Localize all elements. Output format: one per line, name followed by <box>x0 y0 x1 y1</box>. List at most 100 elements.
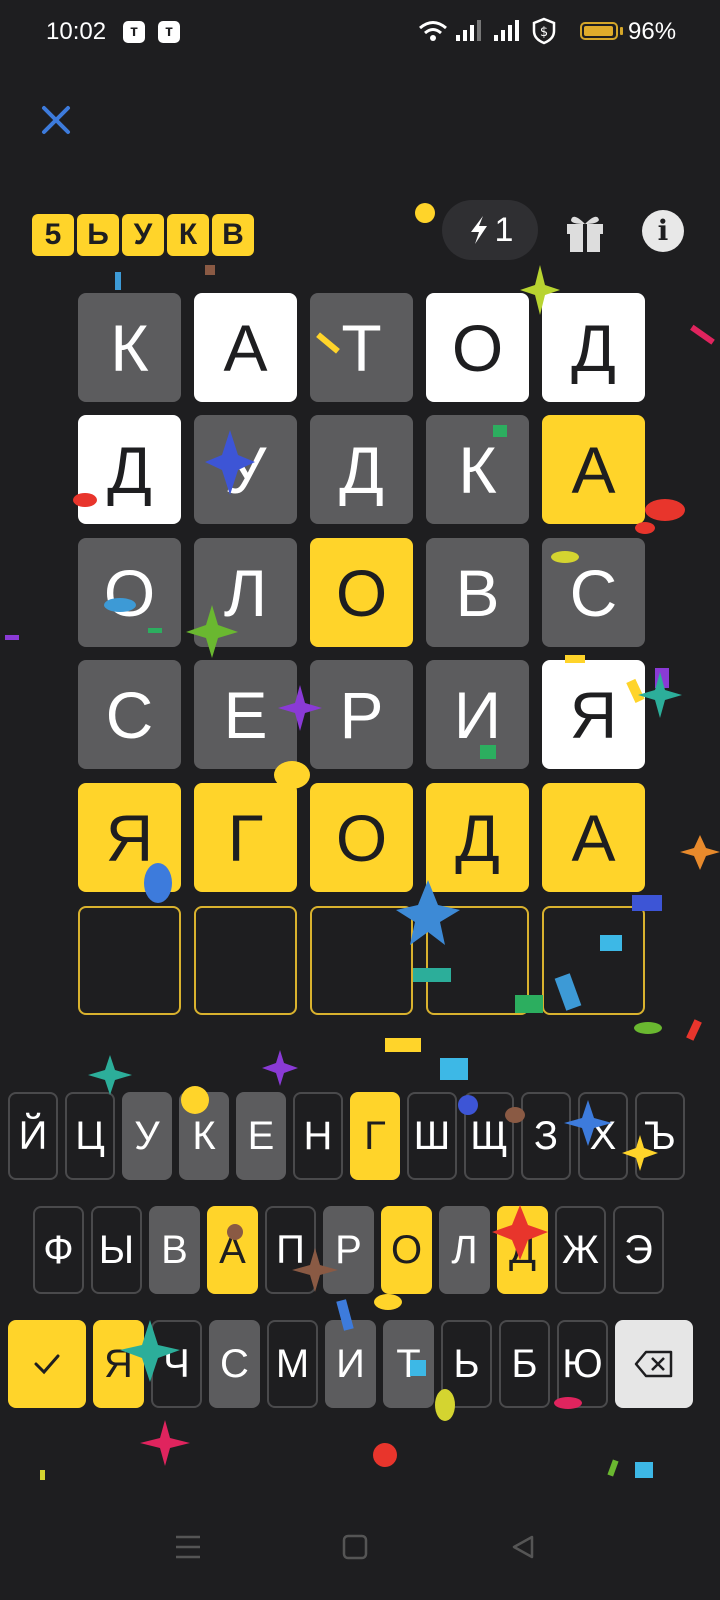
app-logo: 5 Ь У К В <box>32 214 254 256</box>
letter-tile: И <box>426 660 529 769</box>
letter-tile: Д <box>78 415 181 524</box>
key[interactable]: И <box>325 1320 376 1408</box>
signal-icon <box>456 20 481 41</box>
letter-tile <box>78 906 181 1015</box>
letter-tile: Р <box>310 660 413 769</box>
clock: 10:02 <box>46 18 107 45</box>
key[interactable]: Т <box>383 1320 434 1408</box>
letter-tile: А <box>542 415 645 524</box>
keyboard-row: ФЫВАПРОЛДЖЭ <box>33 1206 664 1294</box>
letter-tile: К <box>78 293 181 402</box>
letter-tile: К <box>426 415 529 524</box>
key[interactable]: Ф <box>33 1206 84 1294</box>
key[interactable]: Е <box>236 1092 286 1180</box>
letter-tile: Е <box>194 660 297 769</box>
app-notification-icon: т <box>123 21 145 43</box>
key[interactable]: Я <box>93 1320 144 1408</box>
keyboard-row: ЯЧСМИТЬБЮ <box>8 1320 693 1408</box>
letter-tile: С <box>78 660 181 769</box>
close-icon <box>42 106 70 134</box>
key[interactable]: Д <box>497 1206 548 1294</box>
letter-tile: Т <box>310 293 413 402</box>
info-button[interactable]: i <box>642 210 684 252</box>
key[interactable]: В <box>149 1206 200 1294</box>
key[interactable]: Э <box>613 1206 664 1294</box>
board-row: ОЛОВС <box>78 538 645 647</box>
letter-tile: С <box>542 538 645 647</box>
battery-percent: 96% <box>628 18 677 45</box>
letter-tile: О <box>310 783 413 892</box>
letter-tile: О <box>426 293 529 402</box>
home-icon[interactable] <box>342 1534 368 1560</box>
close-button[interactable] <box>36 100 76 140</box>
menu-icon[interactable] <box>174 1534 202 1560</box>
letter-tile <box>310 906 413 1015</box>
board-row <box>78 906 645 1015</box>
svg-text:$: $ <box>540 25 548 40</box>
lightning-icon <box>470 216 487 244</box>
enter-key[interactable] <box>8 1320 86 1408</box>
gift-button[interactable] <box>563 210 607 254</box>
letter-tile: Я <box>78 783 181 892</box>
key[interactable]: Л <box>439 1206 490 1294</box>
key[interactable]: Х <box>578 1092 628 1180</box>
signal-icon <box>494 20 519 41</box>
key[interactable]: Р <box>323 1206 374 1294</box>
letter-tile: А <box>542 783 645 892</box>
key[interactable]: Н <box>293 1092 343 1180</box>
letter-tile: Д <box>426 783 529 892</box>
letter-tile: А <box>194 293 297 402</box>
board-row: ДУДКА <box>78 415 645 524</box>
wifi-icon <box>419 21 447 41</box>
key[interactable]: Ч <box>151 1320 202 1408</box>
key[interactable]: Ь <box>441 1320 492 1408</box>
letter-tile: Я <box>542 660 645 769</box>
letter-tile: Д <box>542 293 645 402</box>
key[interactable]: Ц <box>65 1092 115 1180</box>
key[interactable]: Г <box>350 1092 400 1180</box>
info-icon: i <box>657 214 669 247</box>
back-icon[interactable] <box>510 1534 536 1560</box>
letter-tile: Д <box>310 415 413 524</box>
letter-tile <box>194 906 297 1015</box>
key[interactable]: Й <box>8 1092 58 1180</box>
key[interactable]: У <box>122 1092 172 1180</box>
key[interactable]: Ы <box>91 1206 142 1294</box>
system-navigation-bar <box>0 1512 720 1600</box>
key[interactable]: Ю <box>557 1320 608 1408</box>
gift-icon <box>567 216 603 252</box>
key[interactable]: Б <box>499 1320 550 1408</box>
backspace-key[interactable] <box>615 1320 693 1408</box>
key[interactable]: Щ <box>464 1092 514 1180</box>
shield-icon: $ <box>532 17 556 45</box>
status-bar: 10:02 т т $ 96% <box>0 0 720 64</box>
board-row: КАТОД <box>78 293 645 402</box>
letter-tile: О <box>310 538 413 647</box>
key[interactable]: О <box>381 1206 432 1294</box>
letter-tile <box>426 906 529 1015</box>
letter-tile: Г <box>194 783 297 892</box>
hint-button[interactable]: 1 <box>442 200 538 260</box>
letter-tile: Л <box>194 538 297 647</box>
letter-tile: В <box>426 538 529 647</box>
key[interactable]: А <box>207 1206 258 1294</box>
key[interactable]: Ж <box>555 1206 606 1294</box>
key[interactable]: Ъ <box>635 1092 685 1180</box>
key[interactable]: З <box>521 1092 571 1180</box>
board-row: СЕРИЯ <box>78 660 645 769</box>
hint-count: 1 <box>494 210 514 249</box>
letter-tile: У <box>194 415 297 524</box>
key[interactable]: К <box>179 1092 229 1180</box>
key[interactable]: П <box>265 1206 316 1294</box>
board-row: ЯГОДА <box>78 783 645 892</box>
checkmark-icon <box>34 1354 60 1375</box>
backspace-icon <box>634 1350 673 1378</box>
letter-tile <box>542 906 645 1015</box>
key[interactable]: М <box>267 1320 318 1408</box>
key[interactable]: С <box>209 1320 260 1408</box>
app-notification-icon: т <box>158 21 180 43</box>
battery-icon <box>580 22 618 40</box>
keyboard-row: ЙЦУКЕНГШЩЗХЪ <box>8 1092 685 1180</box>
letter-tile: О <box>78 538 181 647</box>
key[interactable]: Ш <box>407 1092 457 1180</box>
